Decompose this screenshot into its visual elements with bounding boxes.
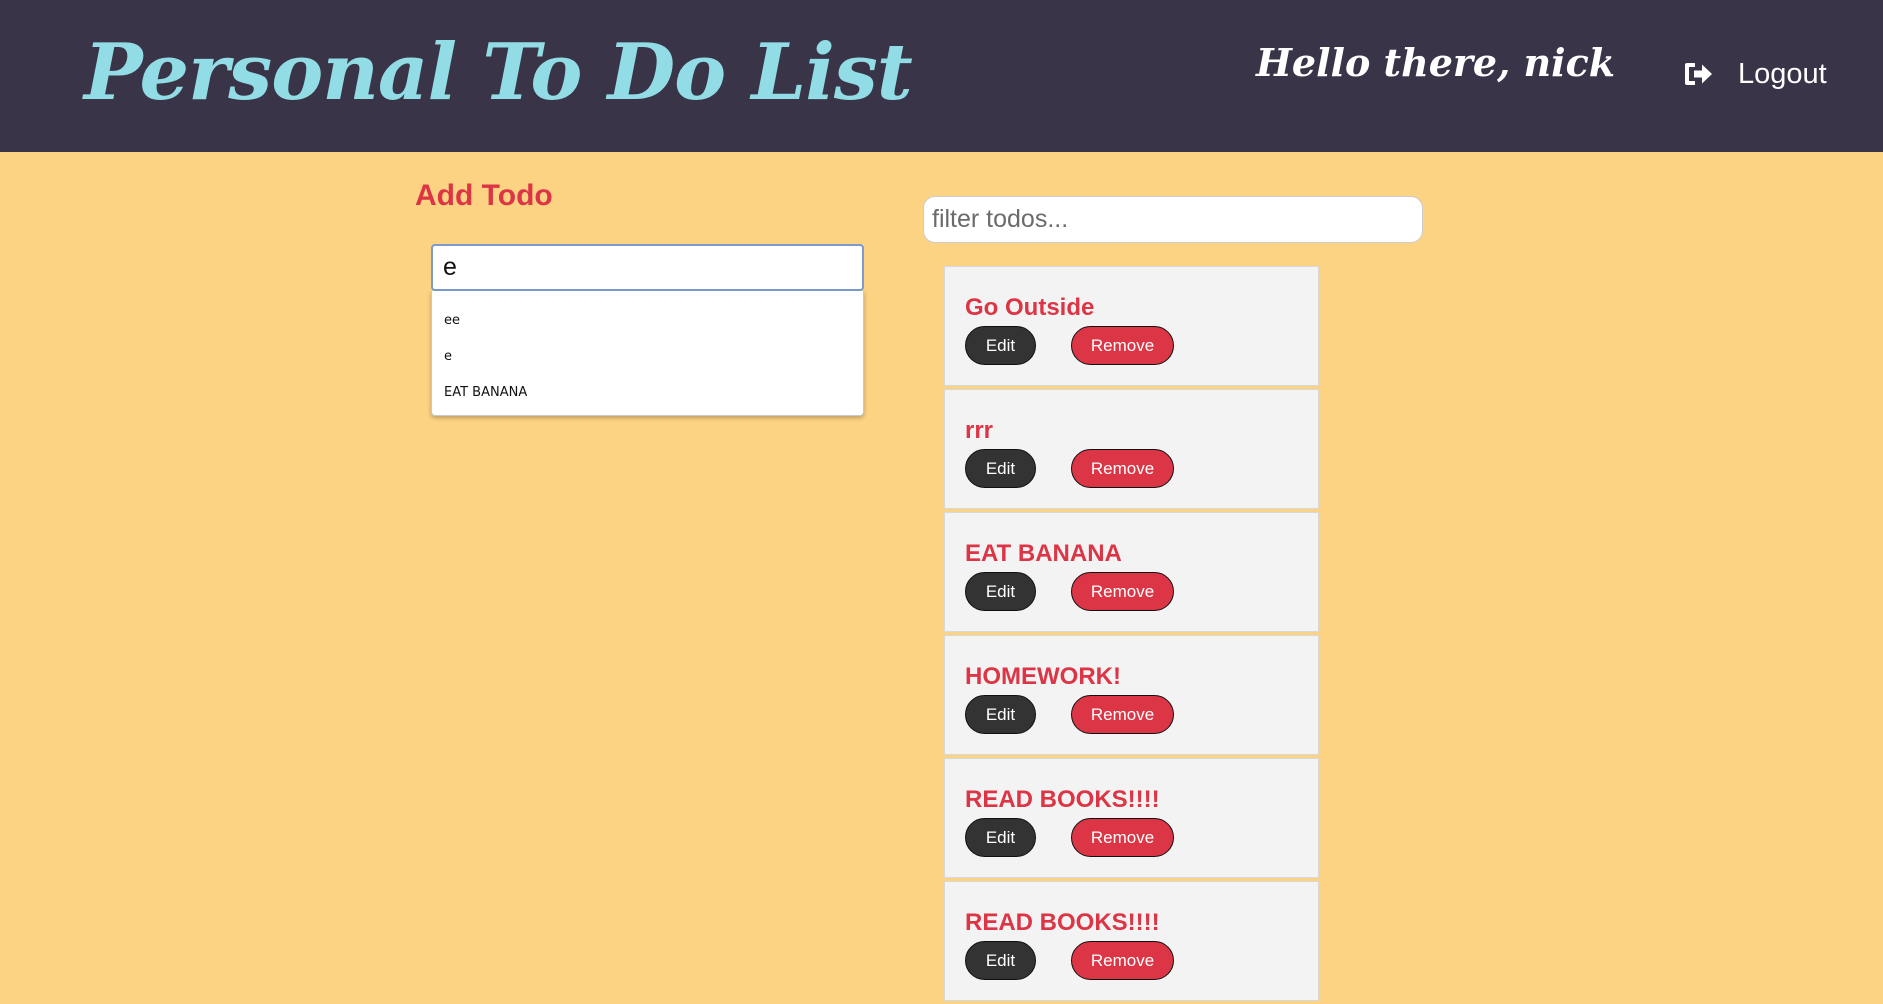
edit-button[interactable]: Edit [965,572,1036,611]
todo-card: HOMEWORK! Edit Remove [944,635,1319,755]
edit-button[interactable]: Edit [965,326,1036,365]
logout-button[interactable]: Logout [1684,52,1827,96]
todo-card: READ BOOKS!!!! Edit Remove [944,881,1319,1001]
todo-title: Go Outside [965,294,1095,321]
todo-card: READ BOOKS!!!! Edit Remove [944,758,1319,878]
edit-button[interactable]: Edit [965,818,1036,857]
autocomplete-option[interactable]: e [432,339,863,375]
app-header: Personal To Do List Hello there, nick Lo… [0,0,1883,152]
autocomplete-dropdown: ee e EAT BANANA [431,291,864,416]
todo-title: EAT BANANA [965,540,1122,567]
remove-button[interactable]: Remove [1071,695,1174,734]
edit-button[interactable]: Edit [965,941,1036,980]
remove-button[interactable]: Remove [1071,572,1174,611]
sign-out-icon [1684,61,1714,87]
todo-title: HOMEWORK! [965,663,1121,690]
autocomplete-option[interactable]: EAT BANANA [432,375,863,411]
add-todo-input[interactable] [431,244,864,291]
remove-button[interactable]: Remove [1071,449,1174,488]
add-todo-heading: Add Todo [415,179,553,212]
edit-button[interactable]: Edit [965,449,1036,488]
remove-button[interactable]: Remove [1071,941,1174,980]
todo-title: rrr [965,417,994,444]
remove-button[interactable]: Remove [1071,326,1174,365]
remove-button[interactable]: Remove [1071,818,1174,857]
logout-label: Logout [1738,57,1827,90]
user-greeting: Hello there, nick [1256,40,1616,85]
autocomplete-option[interactable]: ee [432,303,863,339]
filter-todos-input[interactable] [923,196,1423,243]
todo-list: Go Outside Edit Remove rrr Edit Remove E… [944,266,1319,1004]
todo-title: READ BOOKS!!!! [965,909,1160,936]
todo-title: READ BOOKS!!!! [965,786,1160,813]
todo-card: rrr Edit Remove [944,389,1319,509]
edit-button[interactable]: Edit [965,695,1036,734]
todo-card: Go Outside Edit Remove [944,266,1319,386]
app-title[interactable]: Personal To Do List [84,18,913,128]
todo-card: EAT BANANA Edit Remove [944,512,1319,632]
